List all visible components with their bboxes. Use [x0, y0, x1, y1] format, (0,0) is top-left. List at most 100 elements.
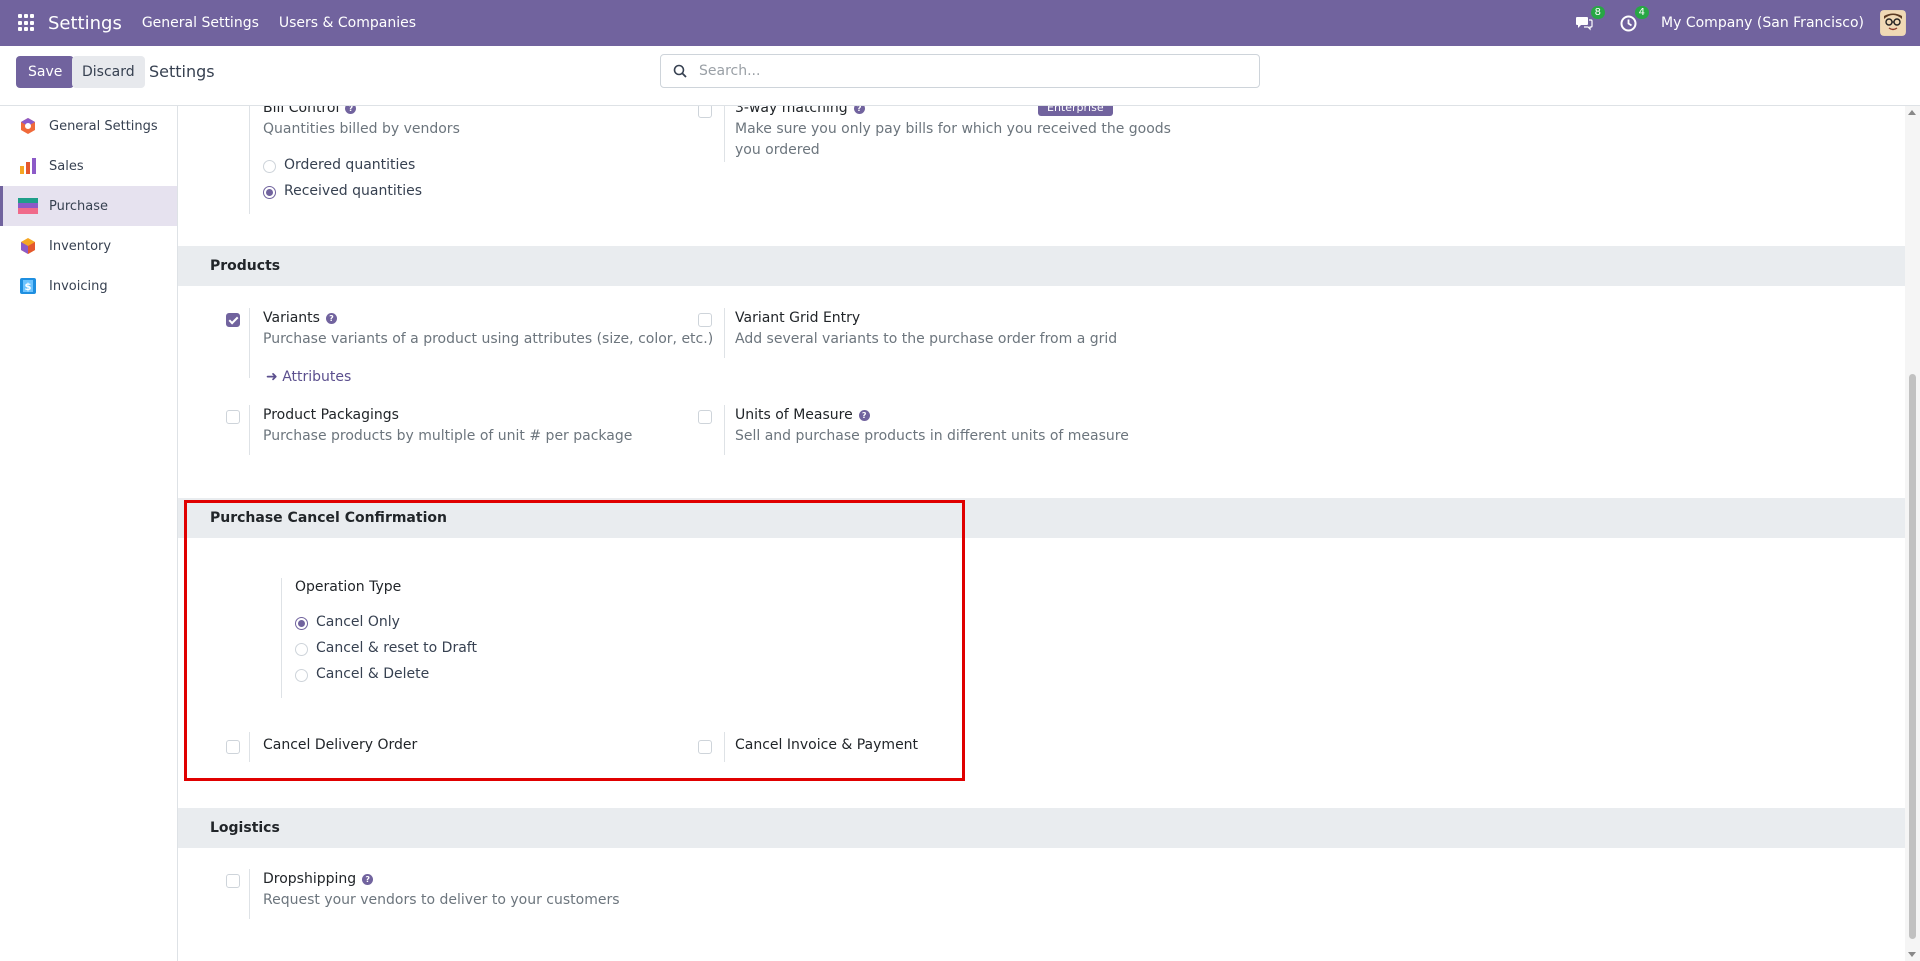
scroll-thumb[interactable] [1909, 374, 1916, 939]
section-purchase-cancel-confirmation: Purchase Cancel Confirmation [178, 498, 1905, 538]
sidebar-item-purchase[interactable]: Purchase [0, 186, 177, 226]
dropshipping-title: Dropshipping? [263, 871, 374, 887]
sidebar-item-general-settings[interactable]: General Settings [0, 106, 177, 146]
setting-divider [281, 578, 282, 698]
sidebar-item-label: Sales [49, 158, 84, 174]
variants-checkbox[interactable] [226, 313, 240, 327]
sales-icon [18, 156, 38, 176]
three-way-matching-checkbox[interactable] [698, 106, 712, 118]
general-settings-icon [18, 116, 38, 136]
discard-button[interactable]: Discard [72, 56, 145, 88]
activities-count-badge: 4 [1634, 6, 1650, 19]
bill-control-title: Bill Control? [263, 106, 357, 116]
cancel-invoice-label: Cancel Invoice & Payment [735, 737, 919, 753]
section-logistics: Logistics [178, 808, 1905, 848]
radio-label[interactable]: Ordered quantities [284, 157, 415, 173]
sidebar-item-invoicing[interactable]: $ Invoicing [0, 266, 177, 306]
radio-received-quantities[interactable] [263, 186, 276, 199]
scroll-down-arrow-icon[interactable] [1908, 952, 1916, 957]
variant-grid-checkbox[interactable] [698, 313, 712, 327]
control-panel: Save Discard Settings [0, 46, 1920, 106]
setting-divider [724, 106, 725, 162]
inventory-icon [18, 236, 38, 256]
help-icon[interactable]: ? [325, 313, 337, 324]
avatar-face-icon [1881, 11, 1905, 35]
uom-checkbox[interactable] [698, 410, 712, 424]
content-scrollbar[interactable] [1905, 106, 1920, 961]
search-bar[interactable] [660, 54, 1260, 88]
radio-cancel-only[interactable] [295, 617, 308, 630]
svg-text:$: $ [25, 282, 32, 293]
app-menu-icon[interactable] [18, 14, 36, 32]
top-navbar: Settings General Settings Users & Compan… [0, 0, 1920, 46]
sidebar-item-label: Inventory [49, 238, 112, 254]
radio-label[interactable]: Cancel Only [316, 614, 400, 630]
menu-general-settings[interactable]: General Settings [142, 15, 259, 31]
search-icon [673, 64, 687, 78]
radio-cancel-delete[interactable] [295, 669, 308, 682]
packagings-checkbox[interactable] [226, 410, 240, 424]
radio-ordered-quantities[interactable] [263, 160, 276, 173]
uom-desc: Sell and purchase products in different … [735, 428, 1129, 444]
help-icon[interactable]: ? [362, 874, 374, 885]
operation-type-label: Operation Type [295, 579, 402, 595]
page-title: Settings [149, 62, 215, 81]
sidebar-item-label: General Settings [49, 118, 158, 134]
company-switcher[interactable]: My Company (San Francisco) [1661, 15, 1864, 31]
packagings-title: Product Packagings [263, 407, 399, 423]
setting-divider [249, 106, 250, 214]
attributes-link[interactable]: ➜ Attributes [266, 369, 351, 385]
activities-button[interactable]: 4 [1617, 6, 1650, 34]
messages-count-badge: 8 [1590, 6, 1606, 19]
settings-content: Bill Control? Quantities billed by vendo… [178, 106, 1905, 961]
enterprise-badge: Enterprise [1038, 106, 1113, 116]
save-button[interactable]: Save [16, 56, 75, 88]
arrow-right-icon: ➜ [266, 369, 283, 385]
cancel-invoice-checkbox[interactable] [698, 740, 712, 754]
setting-divider [724, 308, 725, 358]
menu-users-companies[interactable]: Users & Companies [279, 15, 416, 31]
help-icon[interactable]: ? [853, 106, 865, 114]
variant-grid-desc: Add several variants to the purchase ord… [735, 331, 1118, 347]
radio-label[interactable]: Received quantities [284, 183, 422, 199]
setting-divider [249, 869, 250, 919]
three-way-matching-title: 3-way matching? [735, 106, 865, 116]
variants-title: Variants? [263, 310, 337, 326]
section-products: Products [178, 246, 1905, 286]
messages-button[interactable]: 8 [1573, 6, 1606, 34]
user-avatar[interactable] [1880, 10, 1906, 36]
purchase-icon [18, 196, 38, 216]
setting-divider [724, 732, 725, 762]
dropshipping-checkbox[interactable] [226, 874, 240, 888]
radio-cancel-reset-draft[interactable] [295, 643, 308, 656]
setting-divider [249, 308, 250, 378]
cancel-delivery-label: Cancel Delivery Order [263, 737, 418, 753]
bill-control-desc: Quantities billed by vendors [263, 121, 460, 137]
help-icon[interactable]: ? [345, 106, 357, 114]
setting-divider [724, 405, 725, 455]
radio-label[interactable]: Cancel & reset to Draft [316, 640, 477, 656]
sidebar-item-inventory[interactable]: Inventory [0, 226, 177, 266]
three-way-matching-desc-2: you ordered [735, 142, 820, 158]
dropshipping-desc: Request your vendors to deliver to your … [263, 892, 620, 908]
radio-label[interactable]: Cancel & Delete [316, 666, 429, 682]
variant-grid-title: Variant Grid Entry [735, 310, 861, 326]
scroll-up-arrow-icon[interactable] [1908, 110, 1916, 115]
setting-divider [249, 405, 250, 455]
packagings-desc: Purchase products by multiple of unit # … [263, 428, 633, 444]
chat-icon [1576, 17, 1593, 31]
sidebar-item-sales[interactable]: Sales [0, 146, 177, 186]
clock-icon [1620, 15, 1637, 31]
search-input[interactable] [699, 63, 1239, 79]
sidebar-item-label: Purchase [49, 198, 109, 214]
setting-divider [249, 732, 250, 762]
sidebar-item-label: Invoicing [49, 278, 108, 294]
settings-sidebar: General Settings Sales Purchase Inventor… [0, 106, 178, 961]
uom-title: Units of Measure? [735, 407, 870, 423]
help-icon[interactable]: ? [858, 410, 870, 421]
app-title[interactable]: Settings [48, 13, 122, 34]
variants-desc: Purchase variants of a product using att… [263, 331, 714, 347]
invoicing-icon: $ [18, 276, 38, 296]
cancel-delivery-checkbox[interactable] [226, 740, 240, 754]
three-way-matching-desc-1: Make sure you only pay bills for which y… [735, 121, 1171, 137]
